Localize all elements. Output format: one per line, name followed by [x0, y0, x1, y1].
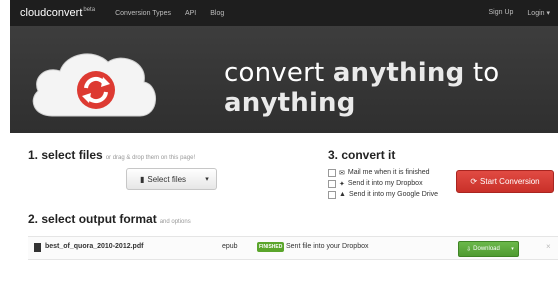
upload-icon: ▮ — [139, 174, 145, 184]
brand-beta: beta — [83, 7, 96, 14]
dropbox-checkbox[interactable] — [328, 179, 336, 188]
file-name: best_of_quora_2010-2012.pdf — [45, 243, 144, 250]
step3-heading: 3. convert it — [328, 148, 396, 162]
google-drive-checkbox[interactable] — [328, 190, 336, 199]
mail-option-label: Mail me when it is finished — [347, 169, 430, 176]
account-nav: Sign Up Login ▾ — [489, 9, 551, 17]
dropbox-icon: ✦ — [339, 180, 345, 188]
file-icon — [34, 243, 41, 252]
mail-icon: ✉ — [339, 169, 345, 177]
step1-heading: 1. select files or drag & drop them on th… — [28, 148, 195, 162]
nav-conversion-types[interactable]: Conversion Types — [115, 10, 171, 17]
hero-headline: convert anything to anything — [224, 58, 558, 118]
google-drive-icon: ▲ — [339, 191, 346, 198]
download-button[interactable]: ⇩ Download — [458, 241, 508, 257]
step2-title: 2. select output format — [28, 212, 157, 226]
brand-name: cloudconvert — [20, 7, 83, 19]
chevron-down-icon: ▾ — [511, 246, 514, 252]
download-label: Download — [473, 246, 500, 252]
dropbox-option-label: Send it into my Dropbox — [347, 180, 423, 187]
sign-up-link[interactable]: Sign Up — [489, 9, 514, 17]
select-files-button[interactable]: ▮ Select files — [126, 168, 200, 190]
hero-banner: convert anything to anything — [10, 26, 558, 133]
login-dropdown[interactable]: Login ▾ — [527, 9, 550, 17]
file-row: best_of_quora_2010-2012.pdf epub FINISHE… — [28, 236, 558, 260]
status-text: Sent file into your Dropbox — [286, 243, 369, 250]
headline-mid: to — [464, 58, 500, 88]
option-google-drive[interactable]: ▲ Send it into my Google Drive — [328, 189, 438, 200]
start-conversion-label: Start Conversion — [480, 177, 540, 186]
cloud-logo-icon — [32, 53, 156, 117]
close-icon[interactable]: × — [546, 242, 551, 251]
select-files-label: Select files — [147, 174, 187, 184]
select-source-dropdown[interactable]: ▾ — [198, 168, 217, 190]
convert-options: ✉ Mail me when it is finished ✦ Send it … — [328, 167, 438, 200]
step2-heading: 2. select output format and options — [28, 212, 191, 226]
nav-blog[interactable]: Blog — [210, 10, 224, 17]
mail-checkbox[interactable] — [328, 168, 336, 177]
chevron-down-icon: ▾ — [205, 176, 209, 183]
google-drive-option-label: Send it into my Google Drive — [348, 191, 439, 198]
status-badge: FINISHED — [257, 242, 285, 252]
nav-api[interactable]: API — [185, 10, 196, 17]
refresh-icon: ⟳ — [470, 177, 478, 186]
headline-word-1: anything — [332, 58, 465, 88]
step2-hint: and options — [159, 219, 191, 225]
start-conversion-button[interactable]: ⟳ Start Conversion — [456, 170, 554, 193]
option-dropbox[interactable]: ✦ Send it into my Dropbox — [328, 178, 438, 189]
top-navbar: cloudconvertbeta Conversion Types API Bl… — [10, 0, 558, 26]
step1-title: 1. select files — [28, 148, 103, 162]
download-icon: ⇩ — [466, 246, 472, 253]
headline-word-2: anything — [224, 88, 356, 118]
output-format[interactable]: epub — [222, 243, 238, 250]
main-nav: Conversion Types API Blog — [115, 10, 224, 17]
headline-prefix: convert — [224, 58, 333, 88]
download-dropdown[interactable]: ▾ — [507, 241, 519, 257]
step1-hint: or drag & drop them on this page! — [105, 155, 196, 161]
brand-logo[interactable]: cloudconvertbeta — [20, 7, 95, 19]
option-mail[interactable]: ✉ Mail me when it is finished — [328, 167, 438, 178]
